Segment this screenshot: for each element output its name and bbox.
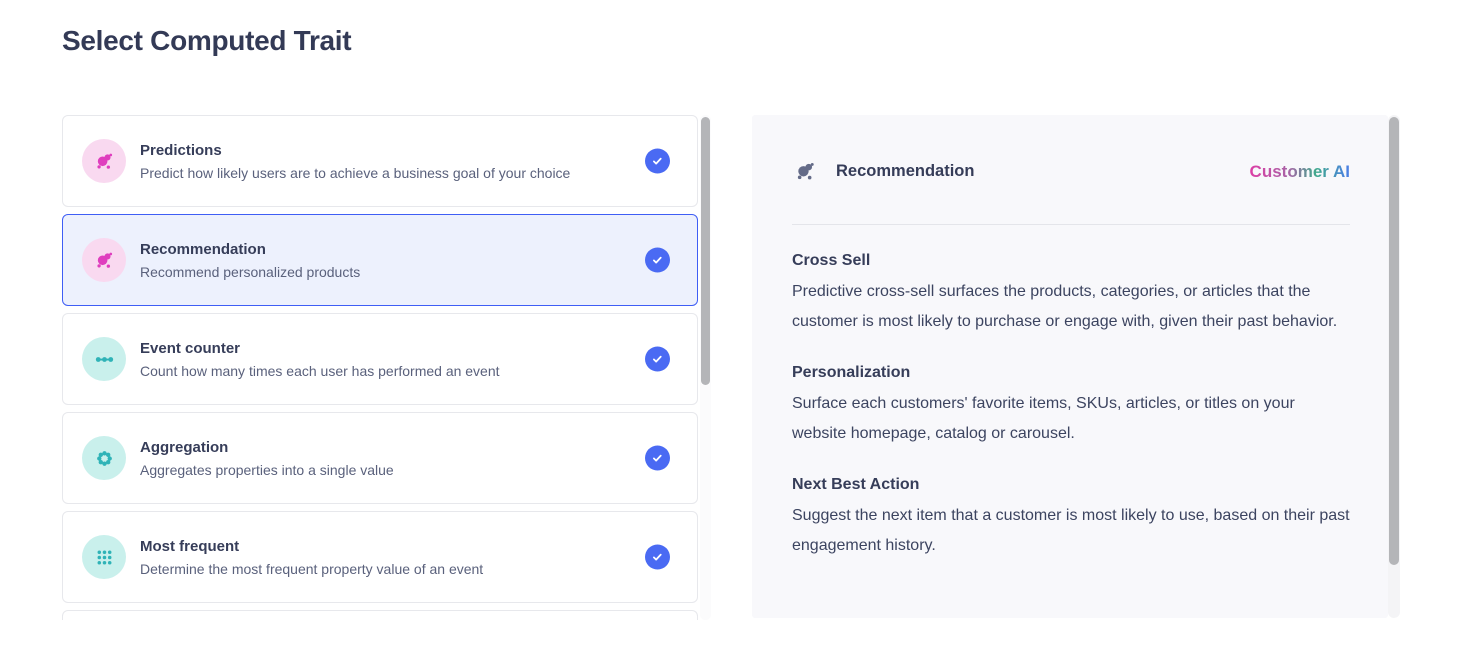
predictions-blob-icon <box>82 139 126 183</box>
trait-card-predictions[interactable]: Predictions Predict how likely users are… <box>62 115 698 207</box>
section-body: Suggest the next item that a customer is… <box>792 501 1350 561</box>
trait-detail-panel: Recommendation Customer AI Cross Sell Pr… <box>752 115 1388 618</box>
section-body: Surface each customers' favorite items, … <box>792 389 1350 449</box>
divider <box>792 224 1350 225</box>
selected-check-icon <box>645 248 670 273</box>
detail-panel-scrollbar-thumb[interactable] <box>1389 117 1399 565</box>
trait-card-recommendation[interactable]: Recommendation Recommend personalized pr… <box>62 214 698 306</box>
most-frequent-grid-icon <box>82 535 126 579</box>
selected-check-icon <box>645 545 670 570</box>
trait-card-clipped[interactable] <box>62 610 698 620</box>
trait-list-scrollbar[interactable] <box>700 115 711 620</box>
section-heading: Personalization <box>792 364 1350 382</box>
trait-card-most-frequent[interactable]: Most frequent Determine the most frequen… <box>62 511 698 603</box>
trait-list: Predictions Predict how likely users are… <box>62 115 698 620</box>
detail-panel-scrollbar[interactable] <box>1388 115 1400 618</box>
selected-check-icon <box>645 347 670 372</box>
event-counter-dots-icon <box>82 337 126 381</box>
detail-panel-header: Recommendation Customer AI <box>792 158 1350 185</box>
recommendation-blob-icon <box>792 158 819 185</box>
recommendation-blob-icon <box>82 238 126 282</box>
section-body: Predictive cross-sell surfaces the produ… <box>792 277 1350 337</box>
detail-section: Cross Sell Predictive cross-sell surface… <box>792 252 1350 337</box>
section-heading: Next Best Action <box>792 476 1350 494</box>
selected-check-icon <box>645 149 670 174</box>
aggregation-ring-icon <box>82 436 126 480</box>
customer-ai-badge: Customer AI <box>1250 162 1350 182</box>
detail-panel-title: Recommendation <box>836 162 974 181</box>
section-heading: Cross Sell <box>792 252 1350 270</box>
detail-section: Next Best Action Suggest the next item t… <box>792 476 1350 561</box>
trait-card-event-counter[interactable]: Event counter Count how many times each … <box>62 313 698 405</box>
detail-section: Personalization Surface each customers' … <box>792 364 1350 449</box>
select-computed-trait-dialog: Select Computed Trait Predictions Predic… <box>0 0 1460 665</box>
selected-check-icon <box>645 446 670 471</box>
trait-card-aggregation[interactable]: Aggregation Aggregates properties into a… <box>62 412 698 504</box>
trait-list-scrollbar-thumb[interactable] <box>701 117 710 385</box>
page-title: Select Computed Trait <box>62 25 351 57</box>
